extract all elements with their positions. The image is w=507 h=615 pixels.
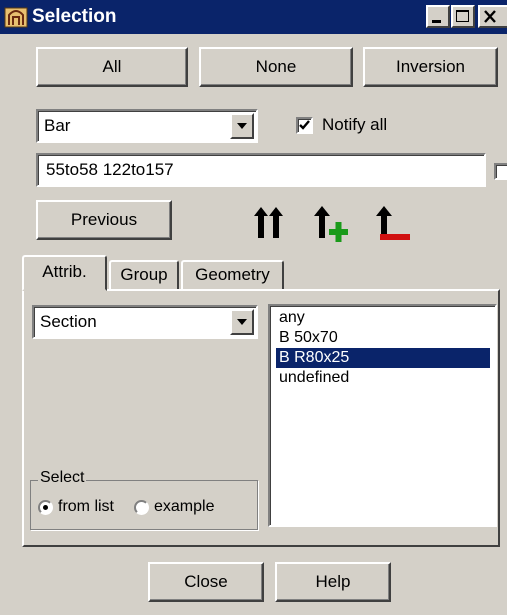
maximize-icon <box>456 10 469 22</box>
close-button[interactable] <box>478 5 507 28</box>
list-item[interactable]: any <box>276 308 308 328</box>
from-list-label: from list <box>58 498 114 515</box>
minimize-button[interactable] <box>426 5 450 28</box>
add-up-icon[interactable] <box>312 204 350 242</box>
help-button[interactable]: Help <box>275 562 391 602</box>
tab-attrib[interactable]: Attrib. <box>22 255 107 291</box>
dropdown-button[interactable] <box>230 113 254 139</box>
remove-up-icon[interactable] <box>374 204 412 242</box>
selection-input[interactable]: 55to58 122to157 <box>36 153 486 187</box>
attribute-combo[interactable]: Section <box>32 305 258 339</box>
chevron-down-icon <box>237 319 247 325</box>
inversion-button[interactable]: Inversion <box>363 47 498 87</box>
attribute-values-list[interactable]: any B 50x70 B R80x25 undefined <box>268 304 497 527</box>
list-item[interactable]: undefined <box>276 368 352 388</box>
object-type-combo[interactable]: Bar <box>36 109 258 143</box>
notify-all-label: Notify all <box>322 115 388 134</box>
attribute-combo-value: Section <box>40 312 97 331</box>
chevron-down-icon <box>237 123 247 129</box>
tab-geometry[interactable]: Geometry <box>181 260 284 289</box>
list-item[interactable]: B 50x70 <box>276 328 341 348</box>
list-item-selected[interactable]: B R80x25 <box>276 348 490 368</box>
extra-checkbox[interactable] <box>494 163 507 180</box>
maximize-button[interactable] <box>451 5 475 28</box>
object-type-value: Bar <box>44 116 71 135</box>
notify-all-checkbox[interactable] <box>296 117 313 134</box>
dropdown-button[interactable] <box>230 309 254 335</box>
from-list-radio[interactable] <box>38 500 53 515</box>
app-icon <box>4 5 28 29</box>
minimize-icon <box>432 20 441 23</box>
example-label: example <box>154 498 215 515</box>
close-dialog-button[interactable]: Close <box>148 562 264 602</box>
selection-input-value: 55to58 122to157 <box>46 160 174 179</box>
close-icon <box>484 10 496 23</box>
example-radio[interactable] <box>134 500 149 515</box>
checkmark-icon <box>299 120 310 130</box>
window-title: Selection <box>32 6 117 27</box>
none-button[interactable]: None <box>199 47 353 87</box>
previous-button[interactable]: Previous <box>36 200 172 240</box>
move-up-all-icon[interactable] <box>250 204 286 242</box>
select-group-legend: Select <box>38 469 87 487</box>
tab-group[interactable]: Group <box>109 260 179 289</box>
all-button[interactable]: All <box>36 47 188 87</box>
